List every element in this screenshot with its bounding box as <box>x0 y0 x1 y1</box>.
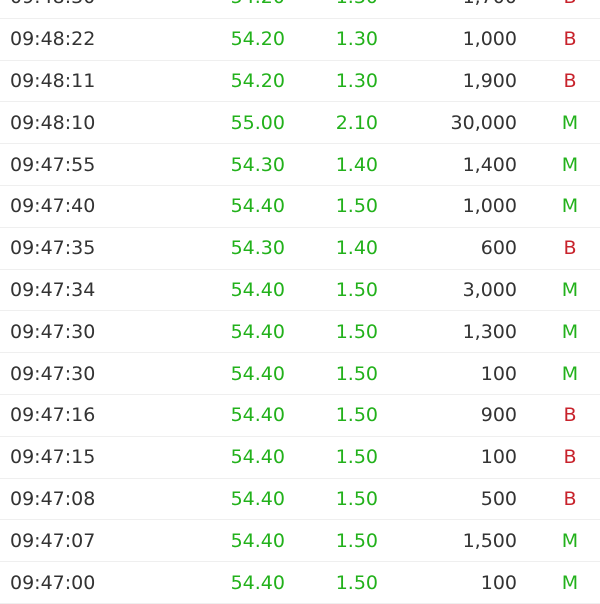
trade-change: 1.30 <box>335 28 378 51</box>
trade-price: 54.40 <box>230 571 285 594</box>
trade-volume: 1,300 <box>462 320 517 343</box>
trade-row: 09:47:08 54.40 1.50 500 B <box>0 479 600 521</box>
trade-change: 1.50 <box>335 320 378 343</box>
trade-change: 1.50 <box>335 278 378 301</box>
trade-row: 09:47:34 54.40 1.50 3,000 M <box>0 270 600 312</box>
trade-change: 2.10 <box>335 111 378 134</box>
trade-volume: 100 <box>480 571 517 594</box>
trade-side-badge: B <box>563 404 577 427</box>
trade-row: 09:47:30 54.40 1.50 1,300 M <box>0 311 600 354</box>
trade-change: 1.50 <box>335 529 378 552</box>
trade-time: 09:47:40 <box>10 195 96 218</box>
trade-volume: 1,700 <box>463 0 517 9</box>
trade-volume: 1,000 <box>462 28 517 51</box>
trade-time: 09:48:11 <box>10 69 96 92</box>
trade-change: 1.30 <box>336 0 378 9</box>
trade-side-badge: B <box>563 28 577 51</box>
trade-side-badge: M <box>561 153 579 176</box>
trade-row: 09:47:16 54.40 1.50 900 B <box>0 395 600 437</box>
trade-time: 09:47:07 <box>10 529 96 552</box>
trade-price: 54.40 <box>230 320 285 343</box>
trade-side-badge: B <box>560 0 580 9</box>
trade-row: 09:48:10 55.00 2.10 30,000 M <box>0 102 600 145</box>
trade-price: 54.20 <box>230 28 285 51</box>
trade-volume: 3,000 <box>462 278 517 301</box>
trade-time: 09:47:16 <box>10 404 96 427</box>
trade-change: 1.30 <box>335 69 378 92</box>
trade-volume: 1,400 <box>462 153 517 176</box>
trade-time: 09:47:30 <box>10 320 96 343</box>
trade-time: 09:47:34 <box>10 278 96 301</box>
trade-change: 1.40 <box>335 153 378 176</box>
trade-change: 1.50 <box>335 362 378 385</box>
trade-price: 54.20 <box>231 0 285 9</box>
trade-row: 09:48:11 54.20 1.30 1,900 B <box>0 61 600 103</box>
trade-time: 09:47:55 <box>10 153 96 176</box>
trade-price: 55.00 <box>230 111 285 134</box>
trade-price: 54.30 <box>230 153 285 176</box>
trade-side-badge: B <box>563 69 577 92</box>
trade-row: 09:48:30 54.20 1.30 1,700 B <box>0 0 600 19</box>
trade-time: 09:47:08 <box>10 487 96 510</box>
trade-change: 1.50 <box>335 404 378 427</box>
trade-row: 09:47:30 54.40 1.50 100 M <box>0 353 600 395</box>
trade-side-badge: M <box>561 320 579 343</box>
trade-side-badge: B <box>563 446 577 469</box>
trade-time: 09:47:00 <box>10 571 96 594</box>
trade-price: 54.40 <box>230 529 285 552</box>
trade-price: 54.40 <box>230 362 285 385</box>
trade-side-badge: B <box>563 237 577 260</box>
trade-volume: 500 <box>480 487 517 510</box>
trade-price: 54.40 <box>230 278 285 301</box>
trade-time: 09:47:30 <box>10 362 96 385</box>
trade-list: 09:48:30 54.20 1.30 1,700 B 09:48:22 54.… <box>0 0 600 604</box>
trade-time: 09:48:30 <box>10 0 95 9</box>
trade-price: 54.40 <box>230 195 285 218</box>
trade-volume: 600 <box>480 237 517 260</box>
trade-change: 1.50 <box>335 446 378 469</box>
trade-volume: 900 <box>480 404 517 427</box>
trade-price: 54.20 <box>230 69 285 92</box>
trade-row: 09:47:07 54.40 1.50 1,500 M <box>0 520 600 563</box>
trade-price: 54.40 <box>230 487 285 510</box>
trade-price: 54.40 <box>230 446 285 469</box>
trade-volume: 1,900 <box>462 69 517 92</box>
trade-side-badge: M <box>561 111 579 134</box>
trade-time: 09:48:10 <box>10 111 96 134</box>
trade-row: 09:47:55 54.30 1.40 1,400 M <box>0 144 600 186</box>
trade-side-badge: M <box>561 571 579 594</box>
trade-change: 1.50 <box>335 571 378 594</box>
trade-row: 09:47:00 54.40 1.50 100 M <box>0 562 600 604</box>
trade-change: 1.50 <box>335 487 378 510</box>
trade-time: 09:47:35 <box>10 237 96 260</box>
trade-volume: 100 <box>480 446 517 469</box>
trade-row: 09:47:35 54.30 1.40 600 B <box>0 228 600 270</box>
trade-time: 09:48:22 <box>10 28 96 51</box>
trade-change: 1.40 <box>335 237 378 260</box>
trade-row: 09:48:22 54.20 1.30 1,000 B <box>0 19 600 61</box>
trade-row: 09:47:15 54.40 1.50 100 B <box>0 437 600 479</box>
trade-volume: 1,500 <box>462 529 517 552</box>
trade-side-badge: M <box>561 278 579 301</box>
trade-side-badge: M <box>561 195 579 218</box>
trade-side-badge: M <box>561 362 579 385</box>
trade-time: 09:47:15 <box>10 446 96 469</box>
trade-volume: 1,000 <box>462 195 517 218</box>
trade-side-badge: B <box>563 487 577 510</box>
trade-price: 54.30 <box>230 237 285 260</box>
trade-volume: 100 <box>480 362 517 385</box>
trade-side-badge: M <box>561 529 579 552</box>
trade-price: 54.40 <box>230 404 285 427</box>
trade-change: 1.50 <box>335 195 378 218</box>
trade-row: 09:47:40 54.40 1.50 1,000 M <box>0 186 600 228</box>
trade-volume: 30,000 <box>450 111 517 134</box>
